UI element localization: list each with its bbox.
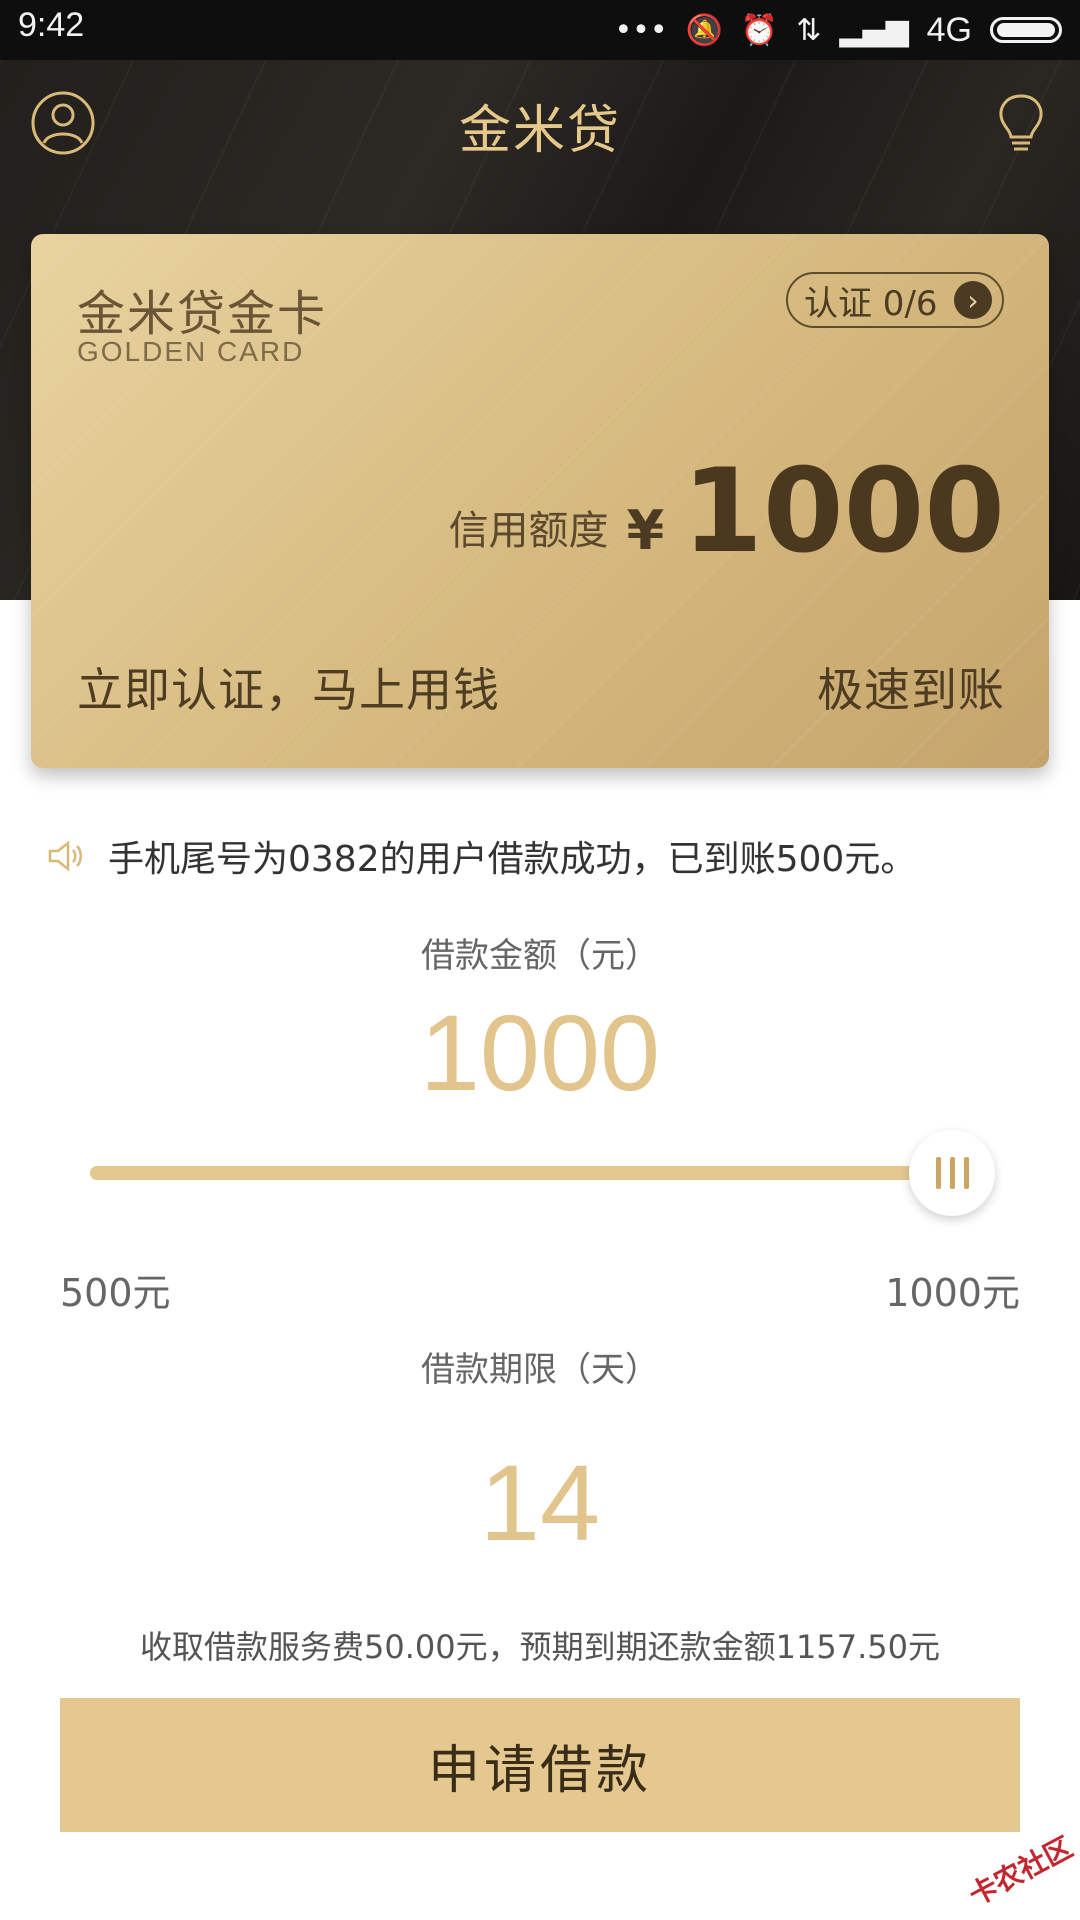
notice-text: 手机尾号为0382的用户借款成功，已到账500元。 — [108, 839, 917, 880]
loan-amount-slider-track[interactable] — [90, 1166, 952, 1180]
watermark: 卡农社区 — [963, 1830, 1078, 1913]
user-icon[interactable] — [30, 90, 96, 156]
slider-max-label: 1000元 — [885, 1271, 1020, 1315]
grip-line — [963, 1157, 969, 1189]
loan-amount-slider-fill — [90, 1166, 952, 1180]
lightbulb-icon[interactable] — [988, 90, 1054, 156]
credit-currency: ¥ — [626, 499, 665, 562]
loan-amount-slider-handle[interactable] — [909, 1130, 995, 1216]
battery-icon — [990, 17, 1062, 43]
loan-amount-value: 1000 — [419, 992, 661, 1113]
alarm-icon: ⏰ — [740, 12, 779, 48]
loan-term-value[interactable]: 14 — [0, 1440, 1080, 1565]
loan-amount-label: 借款金额（元） — [421, 936, 659, 976]
slider-min-label: 500元 — [60, 1271, 171, 1315]
apply-loan-button[interactable]: 申请借款 — [60, 1698, 1020, 1832]
grip-line — [949, 1157, 955, 1189]
credit-limit: 信用额度 ¥ 1000 — [449, 454, 1005, 570]
status-bar: 9:42 ••• 🔕 ⏰ ⇅ ▂▄▆ 4G — [0, 0, 1080, 60]
notice-bar: 手机尾号为0382的用户借款成功，已到账500元。 — [44, 826, 1044, 886]
verify-progress-button[interactable]: 认证 0/6 › — [786, 272, 1004, 328]
status-icons: ••• 🔕 ⏰ ⇅ ▂▄▆ 4G — [614, 8, 1062, 52]
verify-label: 认证 0/6 — [804, 283, 938, 324]
data-arrows-icon: ⇅ — [796, 12, 822, 48]
card-title: 金米贷金卡 — [77, 286, 328, 342]
status-time: 9:42 — [18, 6, 85, 44]
mute-icon: 🔕 — [685, 12, 723, 48]
speaker-icon — [48, 840, 82, 872]
fee-description: 收取借款服务费50.00元，预期到期还款金额1157.50元 — [140, 1628, 940, 1666]
card-subtitle: GOLDEN CARD — [77, 336, 305, 367]
card-slogan-left: 立即认证，马上用钱 — [77, 663, 500, 717]
chevron-right-icon: › — [954, 281, 992, 319]
loan-term-label: 借款期限（天） — [421, 1350, 659, 1390]
network-label: 4G — [926, 10, 972, 49]
page-title: 金米贷 — [458, 100, 621, 161]
grip-line — [935, 1157, 941, 1189]
credit-amount: 1000 — [682, 444, 1005, 579]
more-dots-icon: ••• — [614, 12, 668, 48]
card-slogan-right: 极速到账 — [817, 663, 1005, 717]
signal-icon: ▂▄▆ — [839, 12, 909, 48]
golden-card[interactable]: 金米贷金卡 GOLDEN CARD 认证 0/6 › 信用额度 ¥ 1000 立… — [31, 234, 1049, 768]
credit-label: 信用额度 — [448, 508, 609, 554]
